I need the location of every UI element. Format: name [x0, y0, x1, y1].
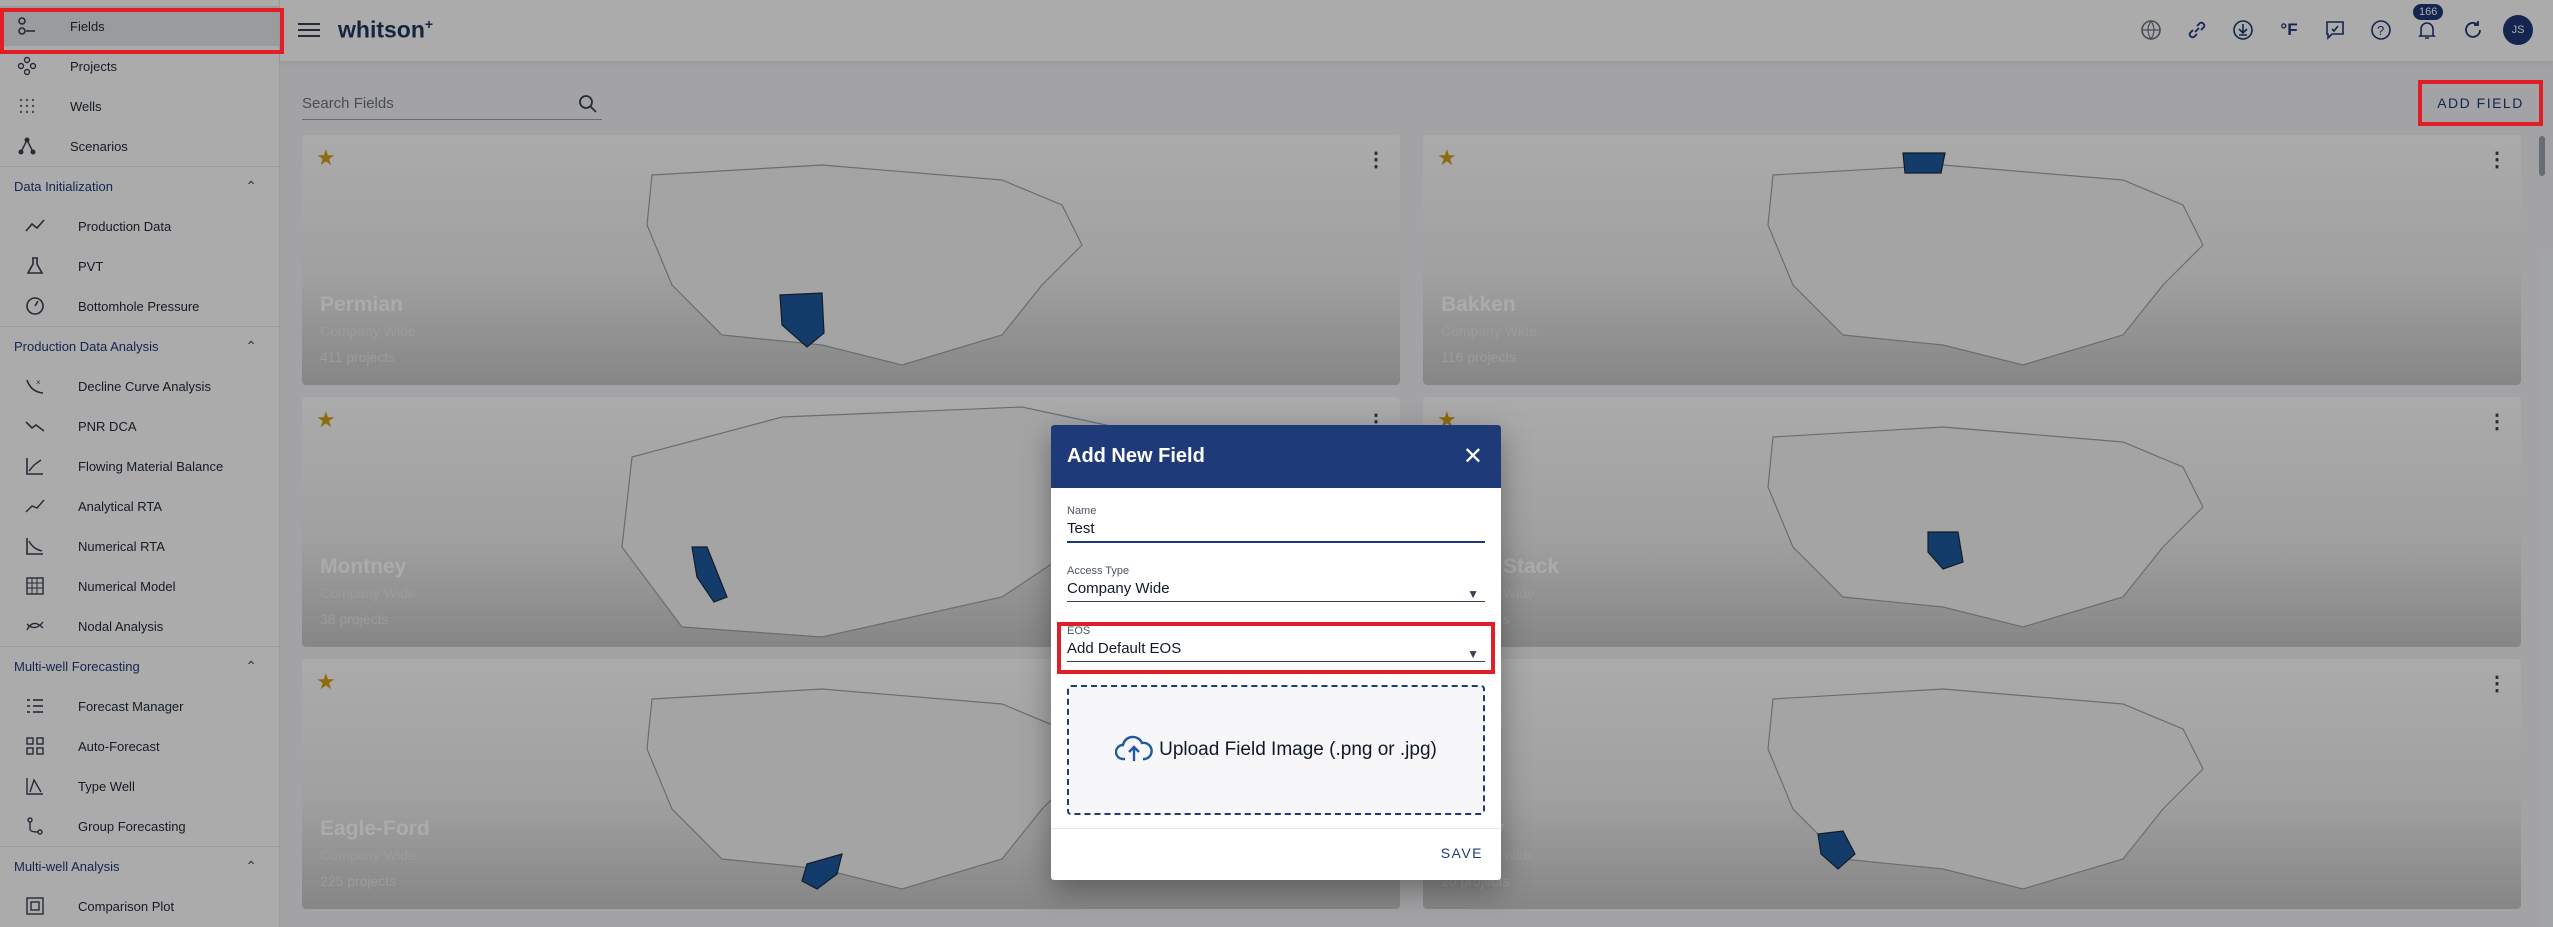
name-field[interactable]: Name Test: [1067, 505, 1485, 543]
access-type-value: Company Wide: [1067, 580, 1170, 597]
fields-highlight: [0, 8, 284, 54]
eos-value: Add Default EOS: [1067, 640, 1182, 657]
access-type-select[interactable]: Access Type Company Wide ▼: [1067, 565, 1485, 602]
close-icon[interactable]: ✕: [1463, 442, 1483, 471]
dropdown-arrow-icon: ▼: [1467, 587, 1479, 601]
save-button[interactable]: SAVE: [1441, 845, 1483, 861]
upload-label: Upload Field Image (.png or .jpg): [1159, 739, 1437, 760]
add-field-dialog: Add New Field ✕ Name Test Access Type Co…: [1051, 425, 1501, 880]
upload-image-dropzone[interactable]: Upload Field Image (.png or .jpg): [1067, 685, 1485, 815]
access-type-label: Access Type: [1067, 565, 1130, 577]
eos-select[interactable]: EOS Add Default EOS ▼: [1067, 625, 1485, 662]
dropdown-arrow-icon: ▼: [1467, 647, 1479, 661]
dialog-title: Add New Field: [1067, 445, 1205, 467]
name-input[interactable]: Test: [1067, 520, 1485, 541]
dialog-footer: SAVE: [1051, 828, 1501, 880]
add-field-highlight: [2418, 80, 2543, 126]
cloud-upload-icon: [1114, 733, 1153, 768]
eos-label: EOS: [1067, 625, 1091, 637]
name-label: Name: [1067, 505, 1097, 517]
dialog-header: Add New Field ✕: [1051, 425, 1501, 488]
